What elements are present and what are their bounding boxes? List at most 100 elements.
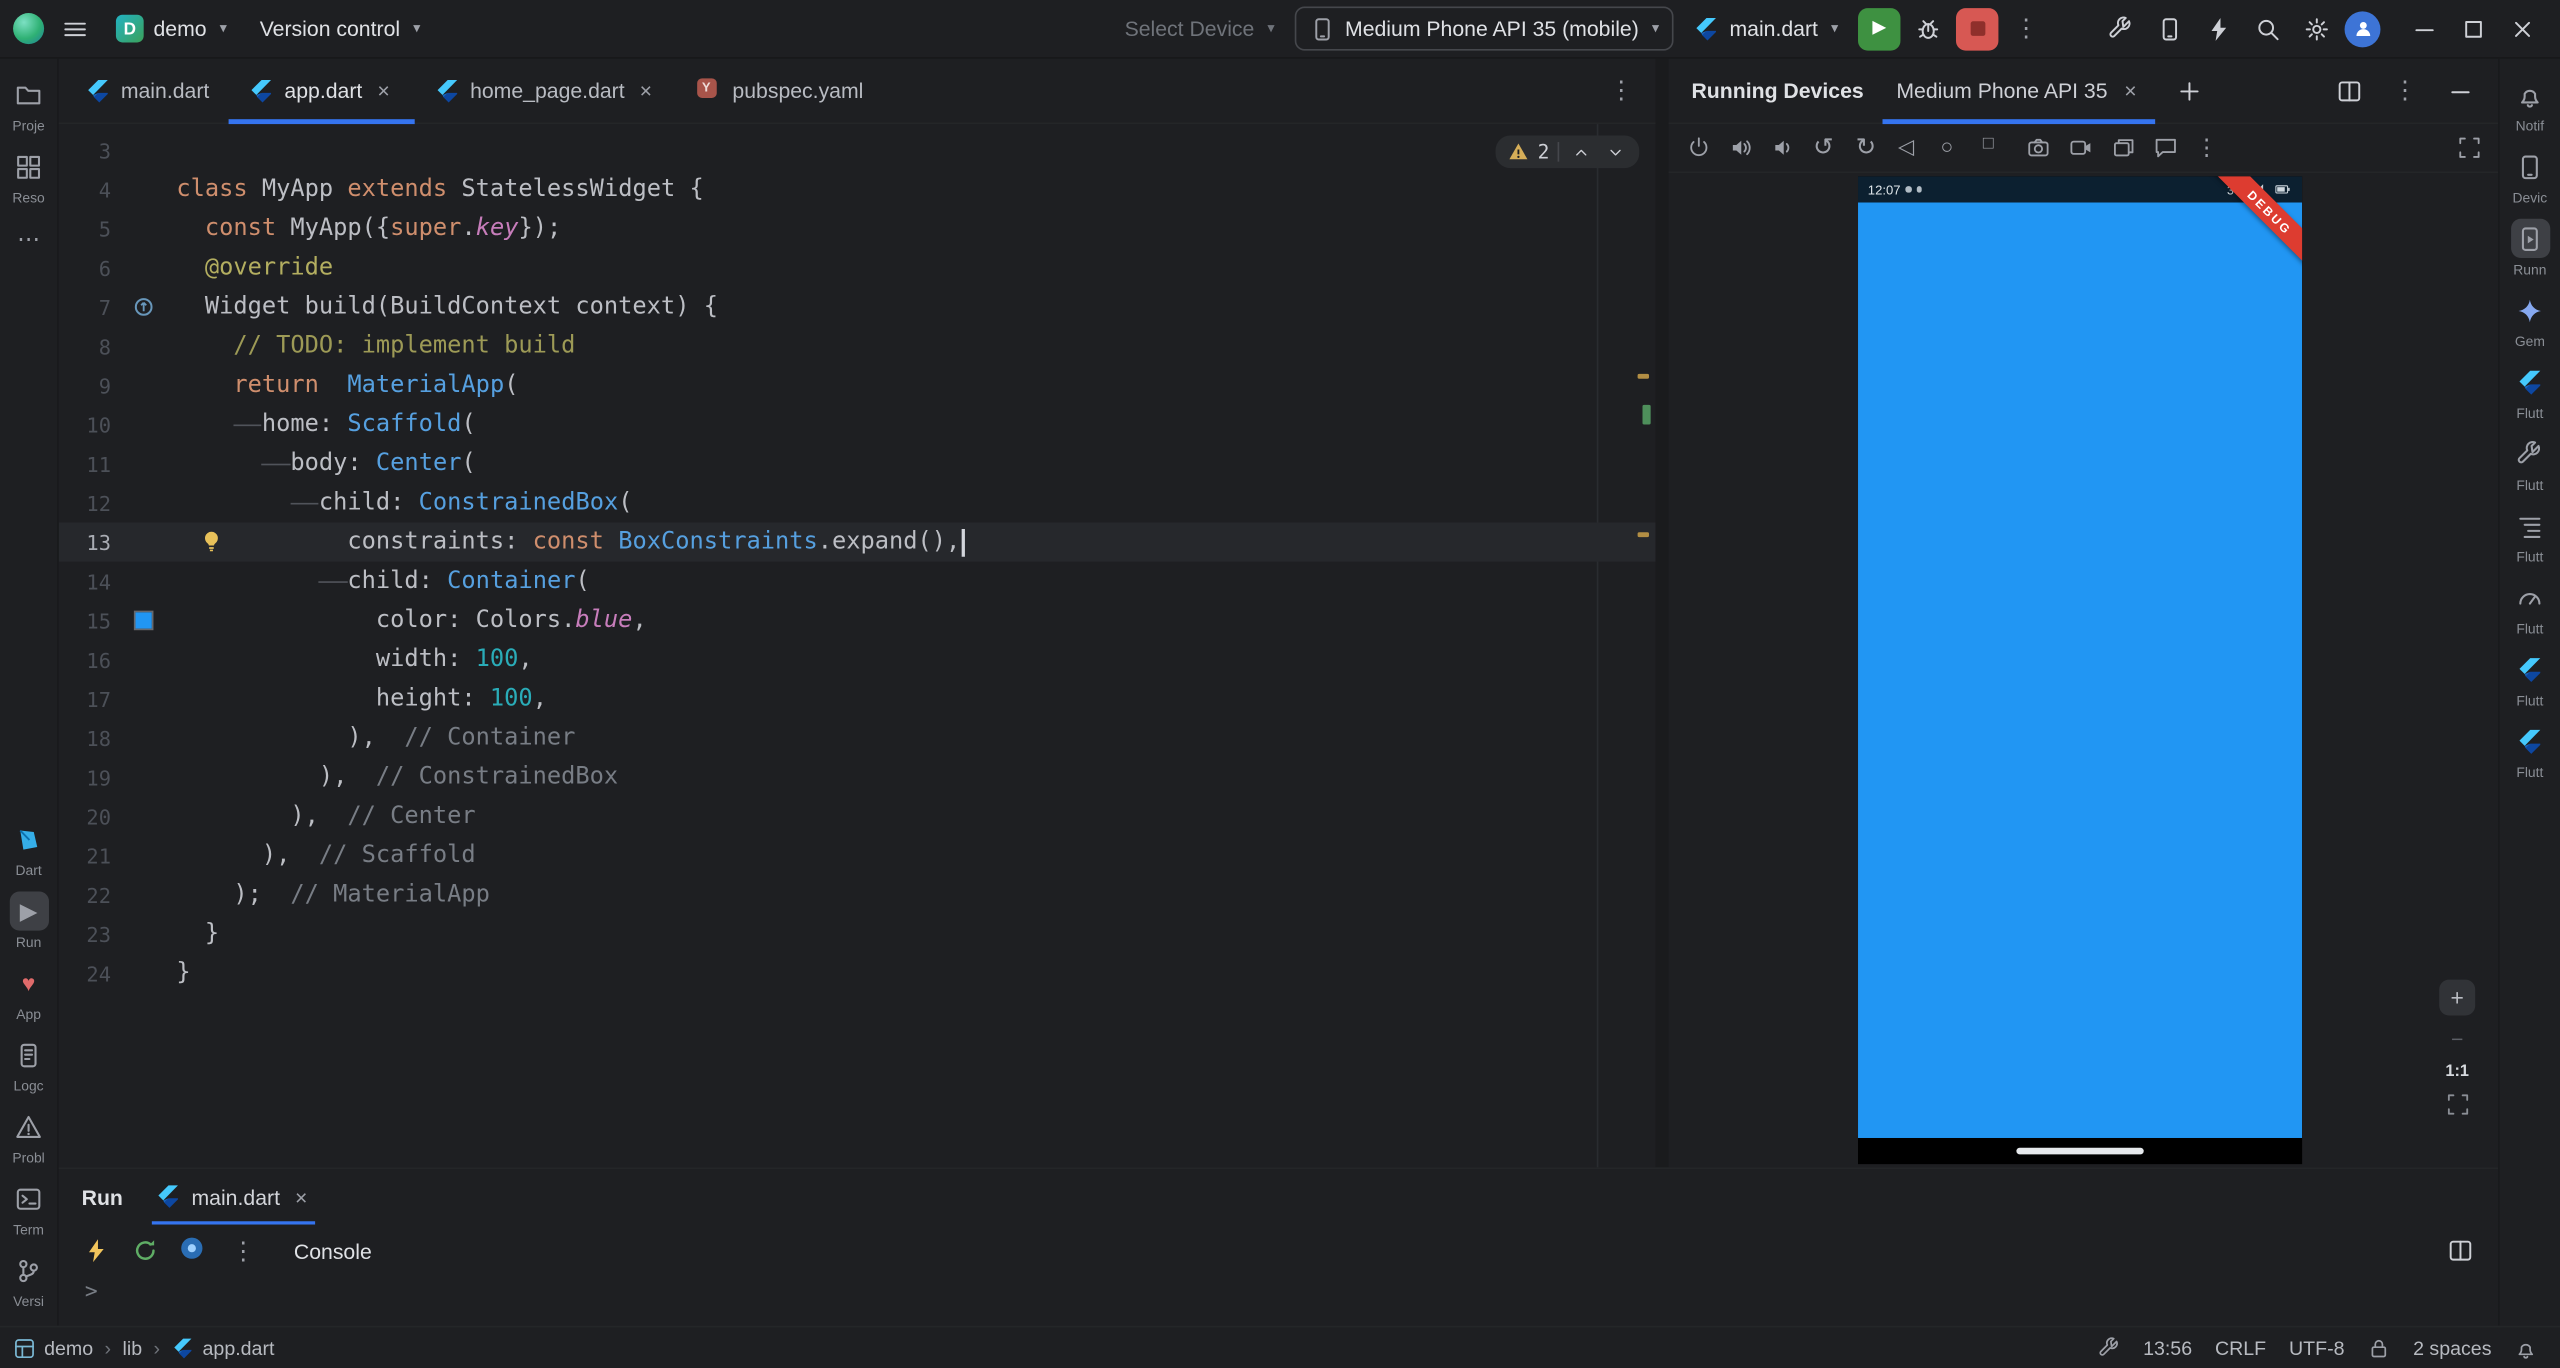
- run-tab-main-dart[interactable]: main.dart ×: [152, 1169, 316, 1225]
- code-line-21[interactable]: 21 ), // Scaffold: [59, 836, 1656, 875]
- code-line-3[interactable]: 3: [59, 131, 1656, 170]
- breadcrumb-lib[interactable]: lib: [123, 1336, 143, 1359]
- tool-stripe-notifications[interactable]: Notif: [2500, 69, 2560, 141]
- code-line-14[interactable]: 14 child: Container(: [59, 562, 1656, 601]
- code-editor[interactable]: 34class MyApp extends StatelessWidget {5…: [59, 124, 1656, 1167]
- close-tab-icon[interactable]: ×: [634, 79, 657, 102]
- inspections-widget[interactable]: 2: [1495, 136, 1639, 169]
- encoding[interactable]: UTF-8: [2289, 1336, 2345, 1359]
- add-device-tab-button[interactable]: [2168, 69, 2210, 111]
- line-ending[interactable]: CRLF: [2215, 1336, 2266, 1359]
- code-line-6[interactable]: 6 @override: [59, 248, 1656, 287]
- emulator-rotate-cw-button[interactable]: ↻: [1848, 128, 1887, 167]
- code-line-20[interactable]: 20 ), // Center: [59, 797, 1656, 836]
- editor-tab-main.dart[interactable]: main.dart: [65, 59, 229, 123]
- tool-stripe-gemini[interactable]: Gem: [2500, 284, 2560, 356]
- select-device-dropdown[interactable]: Select Device ▾: [1112, 6, 1288, 52]
- split-panel-button[interactable]: [2328, 69, 2370, 111]
- tool-stripe-terminal[interactable]: Term: [0, 1172, 57, 1244]
- emulator-back-button[interactable]: ◁: [1891, 128, 1930, 167]
- wrench-icon[interactable]: [2097, 1336, 2120, 1359]
- zoom-out-button[interactable]: −: [2451, 1027, 2463, 1051]
- color-preview-swatch[interactable]: [136, 612, 152, 628]
- hot-reload-button[interactable]: [75, 1229, 117, 1271]
- tool-stripe-problems[interactable]: Probl: [0, 1100, 57, 1172]
- fit-screen-button[interactable]: [2445, 1092, 2469, 1116]
- editor-tab-options-button[interactable]: ⋮: [1600, 69, 1642, 111]
- layout-settings-button[interactable]: [2439, 1229, 2481, 1271]
- tool-stripe-device-manager[interactable]: Devic: [2500, 140, 2560, 212]
- tool-stripe-flutter-outline[interactable]: Flutt: [2500, 500, 2560, 572]
- device-selector[interactable]: Medium Phone API 35 (mobile) ▾: [1294, 7, 1674, 51]
- panel-options-button[interactable]: ⋮: [2384, 69, 2426, 111]
- debug-button[interactable]: [1907, 7, 1949, 49]
- emulator-power-button[interactable]: [1678, 128, 1717, 167]
- tool-stripe-more-tool-windows[interactable]: ⋯: [0, 212, 57, 264]
- code-line-10[interactable]: 10 home: Scaffold(: [59, 405, 1656, 444]
- run-config-selector[interactable]: main.dart ▾: [1680, 6, 1851, 52]
- emulator-fit-to-window-button[interactable]: [2449, 128, 2488, 167]
- code-line-17[interactable]: 17 height: 100,: [59, 679, 1656, 718]
- tool-stripe-project[interactable]: Proje: [0, 69, 57, 141]
- code-line-4[interactable]: 4class MyApp extends StatelessWidget {: [59, 170, 1656, 209]
- console-output[interactable]: >: [59, 1277, 2498, 1326]
- code-line-12[interactable]: 12 child: ConstrainedBox(: [59, 483, 1656, 522]
- tool-stripe-logcat[interactable]: Logc: [0, 1029, 57, 1101]
- code-line-23[interactable]: 23 }: [59, 914, 1656, 953]
- caret-position[interactable]: 13:56: [2143, 1336, 2192, 1359]
- code-line-9[interactable]: 9 return MaterialApp(: [59, 366, 1656, 405]
- minimize-window-button[interactable]: [2400, 6, 2449, 52]
- indent-setting[interactable]: 2 spaces: [2413, 1336, 2491, 1359]
- breadcrumb-demo[interactable]: demo: [13, 1336, 93, 1359]
- code-line-11[interactable]: 11 body: Center(: [59, 444, 1656, 483]
- code-line-15[interactable]: 15 color: Colors.blue,: [59, 601, 1656, 640]
- intention-bulb-icon[interactable]: [199, 529, 223, 553]
- tool-stripe-flutter-coverage[interactable]: Flutt: [2500, 643, 2560, 715]
- hot-restart-button[interactable]: [124, 1229, 166, 1271]
- close-tab-icon[interactable]: ×: [372, 79, 395, 102]
- panel-splitter[interactable]: [1656, 59, 1669, 1168]
- emulator-volume-up-button[interactable]: [1721, 128, 1760, 167]
- maximize-window-button[interactable]: [2449, 6, 2498, 52]
- console-label[interactable]: Console: [294, 1238, 372, 1262]
- tool-stripe-version-control[interactable]: Versi: [0, 1244, 57, 1316]
- code-line-7[interactable]: 7 Widget build(BuildContext context) {: [59, 287, 1656, 326]
- vcs-change-stripe-mark[interactable]: [1642, 405, 1650, 425]
- search-everywhere-button[interactable]: [2247, 7, 2289, 49]
- code-line-24[interactable]: 24}: [59, 953, 1656, 992]
- emulator-rotate-ccw-button[interactable]: ↺: [1806, 128, 1845, 167]
- settings-button[interactable]: [2296, 7, 2338, 49]
- code-line-16[interactable]: 16 width: 100,: [59, 640, 1656, 679]
- close-tab-icon[interactable]: ×: [2119, 79, 2142, 102]
- emulator-overview-button[interactable]: □: [1976, 128, 2015, 167]
- hide-panel-button[interactable]: [2439, 69, 2481, 111]
- emulator-extended-controls-button[interactable]: [2145, 128, 2184, 167]
- open-devtools-button[interactable]: [173, 1229, 215, 1271]
- tool-stripe-flutter-deep-links[interactable]: Flutt: [2500, 715, 2560, 787]
- tool-stripe-flutter-performance[interactable]: Flutt: [2500, 571, 2560, 643]
- next-issue-button[interactable]: [1602, 139, 1628, 165]
- project-selector[interactable]: D demo ▾: [103, 6, 240, 52]
- code-line-8[interactable]: 8 // TODO: implement build: [59, 327, 1656, 366]
- breadcrumb-app.dart[interactable]: app.dart: [172, 1336, 275, 1359]
- lock-icon[interactable]: [2367, 1336, 2390, 1359]
- tool-stripe-resource-manager[interactable]: Reso: [0, 140, 57, 212]
- emulator-snapshots-button[interactable]: [2103, 128, 2142, 167]
- sdk-manager-button[interactable]: [2100, 7, 2142, 49]
- tool-stripe-running-devices[interactable]: Runn: [2500, 212, 2560, 284]
- emulator-home-button[interactable]: ○: [1933, 128, 1972, 167]
- close-tab-icon[interactable]: ×: [290, 1185, 313, 1208]
- editor-tab-pubspec.yaml[interactable]: Ypubspec.yaml: [677, 59, 883, 123]
- emulator-more-button[interactable]: ⋮: [2188, 128, 2227, 167]
- profiler-button[interactable]: [2198, 7, 2240, 49]
- notifications-icon[interactable]: [2514, 1336, 2537, 1359]
- code-line-19[interactable]: 19 ), // ConstrainedBox: [59, 758, 1656, 797]
- code-line-18[interactable]: 18 ), // Container: [59, 718, 1656, 757]
- run-options-button[interactable]: ⋮: [222, 1229, 264, 1271]
- device-manager-button[interactable]: [2149, 7, 2191, 49]
- emulator-screenshot-button[interactable]: [2018, 128, 2057, 167]
- emulator-screen-record-button[interactable]: [2060, 128, 2099, 167]
- zoom-reset-button[interactable]: 1:1: [2445, 1063, 2469, 1081]
- main-menu-button[interactable]: [54, 7, 96, 49]
- gesture-pill[interactable]: [2016, 1148, 2143, 1155]
